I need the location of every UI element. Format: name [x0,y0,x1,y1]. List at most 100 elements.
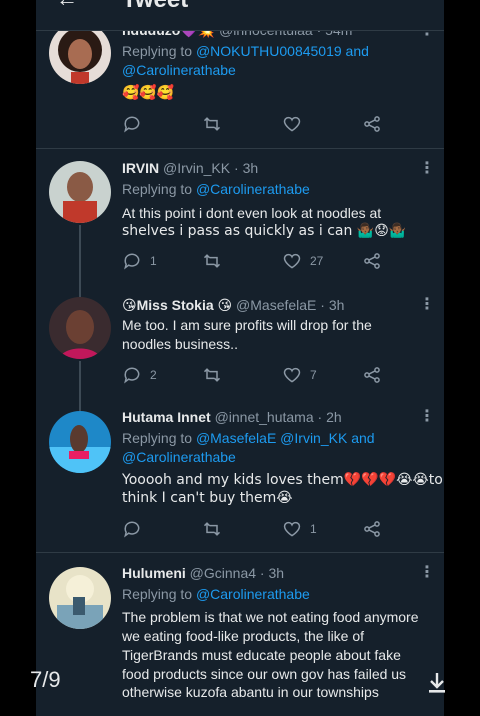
thread-line [79,399,81,411]
more-icon[interactable]: ⋮ [419,562,435,582]
tweet-actions: 1 27 [122,251,422,273]
tweet-header: Hutama Innet @innet_hutama · 2h [122,409,342,425]
replying-to: Replying to @Carolinerathabe [122,181,310,197]
reply-button[interactable]: 1 [122,251,157,271]
reply-count: 1 [150,254,157,268]
reply-count: 2 [150,368,157,382]
thread-line [79,285,81,297]
avatar[interactable] [49,22,111,84]
replying-to-label: Replying to [122,430,193,446]
reply-mentions-2[interactable]: @Carolinerathabe [122,62,236,78]
reply-button[interactable] [122,114,150,134]
timestamp[interactable]: 3h [268,565,284,581]
display-name[interactable]: Hulumeni [122,565,186,581]
like-icon [283,116,301,132]
timestamp[interactable]: 3h [243,160,259,176]
retweet-icon [203,368,221,382]
tweet-actions [122,114,422,136]
tweet-text-line: The problem is that we not eating food a… [122,609,419,625]
tweet-text-line: At this point i dont even look at noodle… [122,205,382,221]
tweet-text-line: think I can't buy them😭 [122,490,293,506]
name-emoji: 😘 [217,298,233,314]
tweet-text: 🥰🥰🥰 [122,85,175,101]
replying-to-label: Replying to [122,586,193,602]
replying-to-label: Replying to [122,181,193,197]
replying-to: Replying to @Carolinerathabe [122,586,310,602]
more-icon[interactable]: ⋮ [419,158,435,178]
retweet-button[interactable] [202,519,222,539]
thread-line [79,225,81,285]
like-count: 1 [310,522,317,536]
share-button[interactable] [362,251,382,271]
retweet-icon [203,522,221,536]
retweet-button[interactable] [202,251,222,271]
tweet-text-line: we eating food-like products, the like o… [122,628,365,644]
tweet-text-line: Yooooh and my kids loves them💔💔💔😭😭to [122,472,443,488]
share-icon [364,116,380,132]
thread-line [79,361,81,399]
user-handle[interactable]: @Gcinna4 [190,565,256,581]
tweet-text-line: TigerBrands must educate people about fa… [122,647,401,663]
replying-to: Replying to @NOKUTHU00845019 and [122,43,369,59]
tweet-header: IRVIN @Irvin_KK · 3h [122,160,259,176]
more-icon[interactable]: ⋮ [419,406,435,426]
retweet-button[interactable] [202,365,222,385]
share-button[interactable] [362,519,382,539]
back-arrow-icon[interactable]: ← [56,0,78,12]
reply-icon [124,116,140,133]
share-button[interactable] [362,114,382,134]
reply-mentions[interactable]: @MasefelaE @Irvin_KK and [196,430,375,446]
retweet-icon [203,254,221,268]
user-handle[interactable]: @MasefelaE [236,297,316,313]
user-handle[interactable]: @Irvin_KK [163,160,230,176]
tweet-hutama-innet[interactable]: Hutama Innet @innet_hutama · 2h ⋮ Replyi… [36,399,444,553]
name-emoji: 😘 [122,298,137,314]
replying-to-label: Replying to [122,43,193,59]
avatar[interactable] [49,297,111,359]
reply-button[interactable] [122,519,150,539]
reply-mentions[interactable]: @NOKUTHU00845019 and [196,43,369,59]
timestamp[interactable]: 2h [326,409,342,425]
reply-icon [124,367,140,384]
like-button[interactable]: 27 [282,251,323,271]
share-button[interactable] [362,365,382,385]
reply-mentions-2[interactable]: @Carolinerathabe [122,449,236,465]
tweet-text-line: Me too. I am sure profits will drop for … [122,317,372,333]
like-icon [283,253,301,269]
tweet-irvin[interactable]: IRVIN @Irvin_KK · 3h ⋮ Replying to @Caro… [36,149,444,285]
avatar[interactable] [49,567,111,629]
retweet-icon [203,117,221,131]
like-button[interactable]: 1 [282,519,317,539]
tweet-text-line: otherwise kuzofa abantu in our townships [122,684,379,700]
tweet-actions: 2 7 [122,365,422,387]
like-button[interactable]: 7 [282,365,317,385]
reply-button[interactable]: 2 [122,365,157,385]
tweet-miss-stokia[interactable]: 😘Miss Stokia 😘 @MasefelaE · 3h ⋮ Me too.… [36,285,444,399]
avatar[interactable] [49,161,111,223]
display-name[interactable]: Hutama Innet [122,409,211,425]
reply-mentions[interactable]: @Carolinerathabe [196,586,310,602]
tweet-hulumeni[interactable]: Hulumeni @Gcinna4 · 3h ⋮ Replying to @Ca… [36,553,444,716]
reply-icon [124,521,140,538]
replying-to: Replying to @MasefelaE @Irvin_KK and [122,430,375,446]
like-icon [283,367,301,383]
reply-mentions[interactable]: @Carolinerathabe [196,181,310,197]
user-handle[interactable]: @innet_hutama [215,409,314,425]
share-icon [364,253,380,269]
more-icon[interactable]: ⋮ [419,294,435,314]
avatar[interactable] [49,411,111,473]
download-icon[interactable] [427,672,447,699]
tweet-thread-panel: ← Tweet nduduzo💜💥 @innocentulaa · 54m ⋮ … [36,0,444,716]
tweet-header: Hulumeni @Gcinna4 · 3h [122,565,285,581]
retweet-button[interactable] [202,114,222,134]
like-button[interactable] [282,114,310,134]
timestamp[interactable]: 3h [329,297,345,313]
share-icon [364,521,380,537]
display-name[interactable]: IRVIN [122,160,159,176]
tweet-text-line: food products since our own gov has fail… [122,666,407,682]
display-name[interactable]: Miss Stokia [137,297,214,313]
tweet-actions: 1 [122,519,422,541]
reply-icon [124,253,140,270]
tweet-text-line: noodles business.. [122,336,238,352]
like-count: 27 [310,254,324,268]
